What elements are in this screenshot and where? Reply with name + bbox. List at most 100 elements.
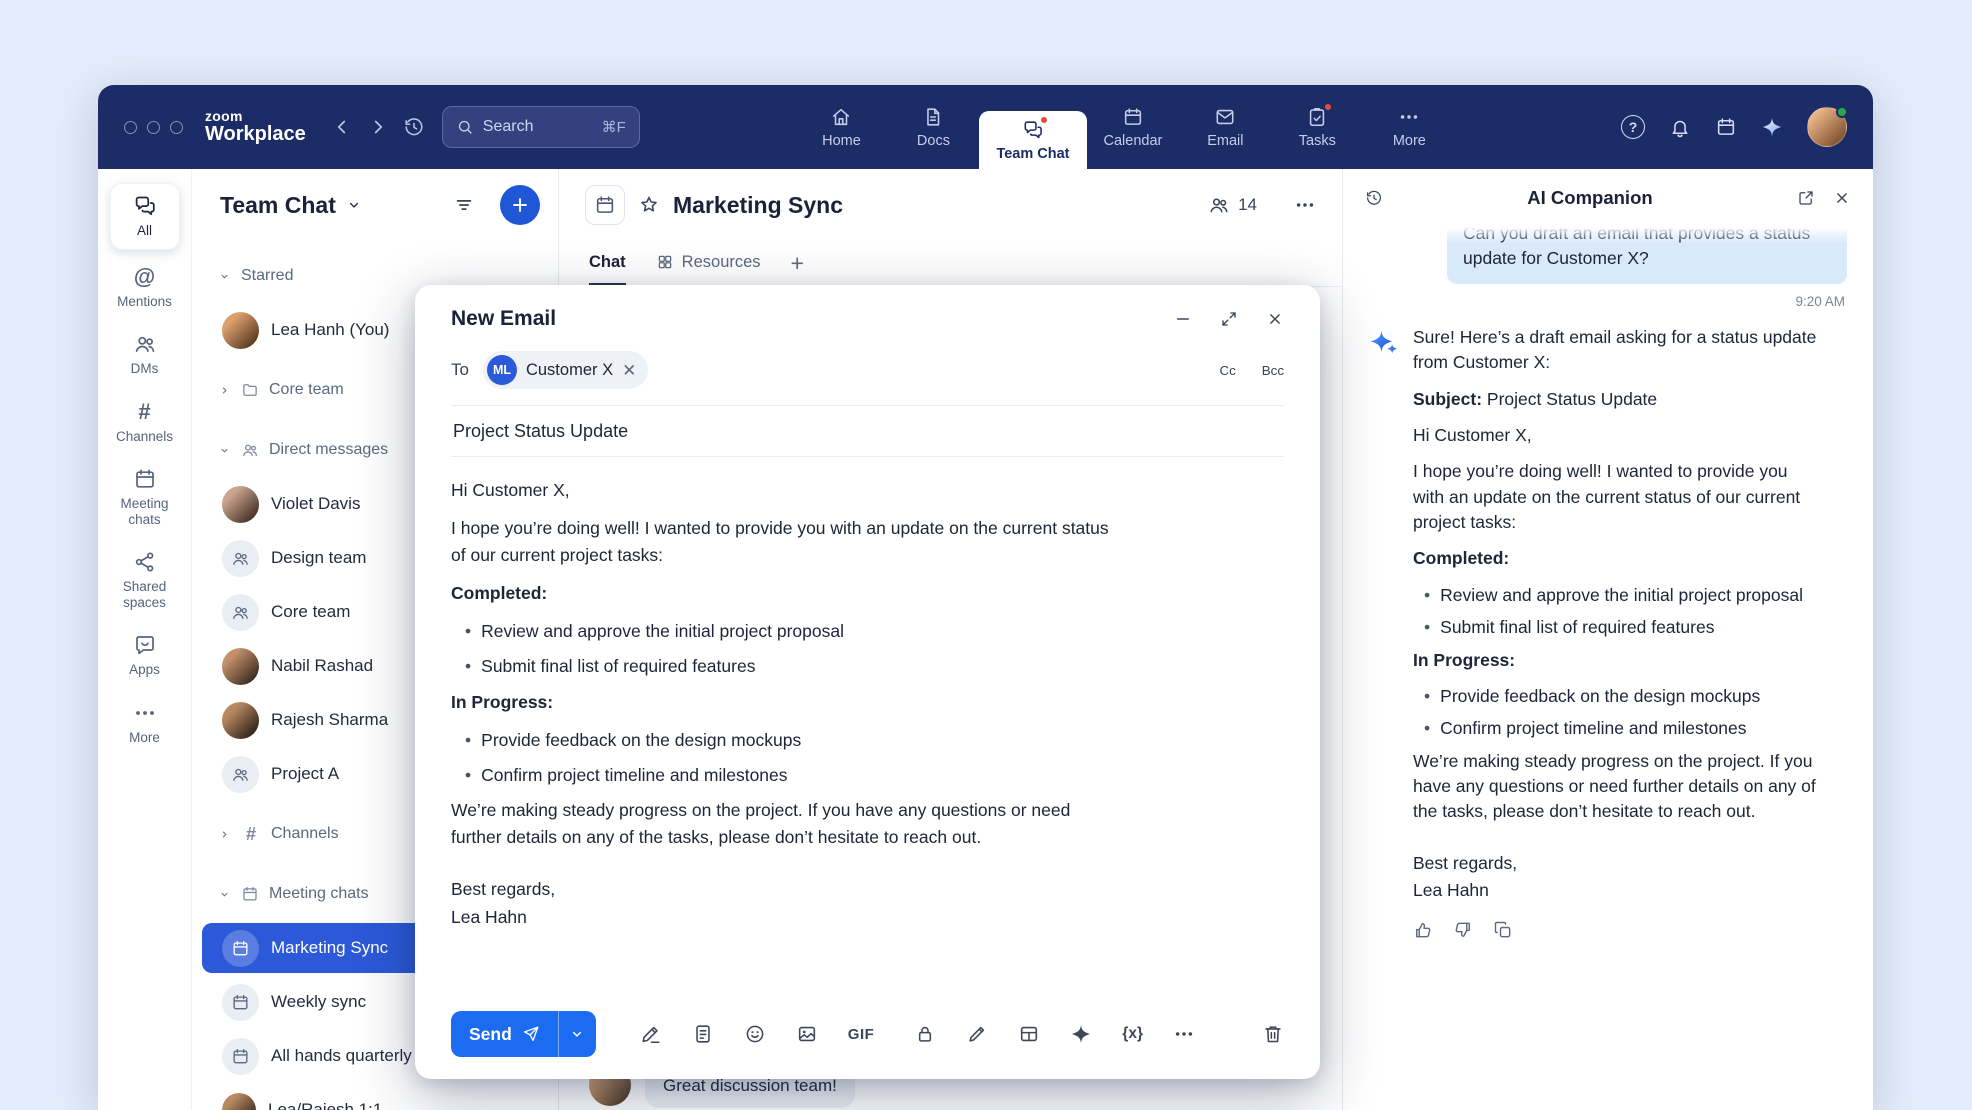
nav-tasks[interactable]: Tasks [1271, 85, 1363, 169]
close-modal-button[interactable] [1266, 310, 1284, 328]
chat-item-label: Core team [271, 602, 350, 622]
email-signature: Lea Hahn [451, 904, 1111, 930]
rail-item-more[interactable]: More [105, 693, 185, 754]
variables-button[interactable]: {x} [1122, 1025, 1143, 1043]
signature-button[interactable] [640, 1023, 662, 1045]
send-plane-icon [522, 1025, 540, 1043]
bcc-button[interactable]: Bcc [1262, 363, 1284, 378]
rail-item-all[interactable]: All [110, 183, 180, 250]
to-label: To [451, 360, 469, 380]
star-channel-button[interactable] [638, 194, 660, 216]
nav-home[interactable]: Home [795, 85, 887, 169]
remove-recipient-icon[interactable]: ✕ [622, 362, 636, 379]
ai-subject-value: Project Status Update [1487, 389, 1657, 409]
history-icon [1365, 189, 1383, 207]
window-close-button[interactable] [124, 121, 137, 134]
help-icon: ? [1621, 115, 1645, 139]
recipient-name: Customer X [526, 361, 613, 380]
member-count-value: 14 [1238, 195, 1257, 215]
template-button[interactable] [692, 1023, 714, 1045]
edit-button[interactable] [966, 1023, 988, 1045]
nav-calendar[interactable]: Calendar [1087, 85, 1180, 169]
at-icon: @ [134, 265, 155, 289]
encrypt-button[interactable] [914, 1023, 936, 1045]
ai-compose-button[interactable] [1070, 1023, 1092, 1045]
thumbs-down-icon [1453, 920, 1473, 940]
content-area: All @ Mentions DMs # Channels Meeting ch… [98, 169, 1873, 1110]
calendar-shortcut-button[interactable] [1715, 116, 1737, 138]
ai-popout-button[interactable] [1797, 189, 1815, 207]
user-avatar[interactable] [1807, 107, 1847, 147]
nav-more[interactable]: More [1363, 85, 1455, 169]
calendar-icon [241, 885, 259, 903]
notifications-button[interactable] [1669, 116, 1691, 138]
recipient-chip[interactable]: ML Customer X ✕ [483, 351, 648, 389]
history-button[interactable] [396, 116, 432, 138]
expand-button[interactable] [1220, 310, 1238, 328]
forward-button[interactable] [360, 116, 396, 138]
chevron-down-icon [345, 196, 363, 214]
layout-button[interactable] [1018, 1023, 1040, 1045]
rail-item-shared-spaces[interactable]: Shared spaces [105, 542, 185, 618]
ai-close-button[interactable] [1833, 189, 1851, 207]
minimize-button[interactable] [1174, 310, 1192, 328]
team-chat-icon [1022, 119, 1044, 141]
add-tab-button[interactable]: + [791, 250, 804, 277]
back-button[interactable] [324, 116, 360, 138]
filter-button[interactable] [453, 194, 475, 216]
thumbs-up-button[interactable] [1413, 920, 1433, 940]
ai-feedback-bar [1413, 920, 1818, 940]
insert-tools: {x} [914, 1023, 1195, 1045]
tab-chat[interactable]: Chat [589, 241, 626, 286]
avatar [222, 1093, 256, 1110]
nav-home-label: Home [822, 133, 861, 149]
thumbs-up-icon [1413, 920, 1433, 940]
chat-item-label: Violet Davis [271, 494, 360, 514]
avatar [222, 486, 259, 523]
insert-image-button[interactable] [796, 1023, 818, 1045]
channel-more-button[interactable] [1294, 194, 1316, 216]
rail-item-channels[interactable]: # Channels [105, 392, 185, 453]
rail-item-mentions[interactable]: @ Mentions [105, 257, 185, 318]
members-count[interactable]: 14 [1208, 194, 1257, 216]
panel-title-dropdown[interactable] [345, 196, 363, 214]
help-button[interactable]: ? [1621, 115, 1645, 139]
nav-email[interactable]: Email [1179, 85, 1271, 169]
chevron-down-icon [218, 888, 231, 901]
discard-button[interactable] [1262, 1023, 1284, 1045]
tab-resources[interactable]: Resources [656, 241, 761, 286]
cc-button[interactable]: Cc [1219, 363, 1235, 378]
section-label: Direct messages [269, 441, 388, 459]
chat-item-label: Nabil Rashad [271, 656, 373, 676]
notification-dot [1039, 115, 1049, 125]
window-minimize-button[interactable] [147, 121, 160, 134]
chat-item-lea-rajesh-1-1[interactable]: Lea/Rajesh 1:1 [192, 1083, 558, 1110]
ai-history-button[interactable] [1365, 189, 1383, 207]
email-in-progress-heading: In Progress: [451, 689, 1111, 715]
ai-companion-button[interactable] [1761, 116, 1783, 138]
topbar-right-actions: ? [1621, 107, 1847, 147]
rail-item-meeting-chats[interactable]: Meeting chats [105, 459, 185, 535]
search-input[interactable]: Search ⌘F [442, 106, 640, 148]
send-options-button[interactable] [558, 1011, 596, 1057]
table-icon [1018, 1023, 1040, 1045]
format-tools: GIF [640, 1023, 875, 1045]
emoji-button[interactable] [744, 1023, 766, 1045]
to-field[interactable]: To ML Customer X ✕ Cc Bcc [451, 351, 1284, 389]
ai-completed-item: •Submit final list of required features [1413, 615, 1818, 640]
rail-item-apps[interactable]: Apps [105, 625, 185, 686]
nav-docs[interactable]: Docs [887, 85, 979, 169]
ai-para1: I hope you’re doing well! I wanted to pr… [1413, 459, 1818, 535]
new-chat-button[interactable] [500, 185, 540, 225]
gif-button[interactable]: GIF [848, 1026, 875, 1043]
send-button[interactable]: Send [451, 1011, 558, 1057]
rail-item-dms[interactable]: DMs [105, 324, 185, 385]
email-body-editor[interactable]: Hi Customer X, I hope you’re doing well!… [451, 477, 1111, 1001]
thumbs-down-button[interactable] [1453, 920, 1473, 940]
window-zoom-button[interactable] [170, 121, 183, 134]
subject-input[interactable]: Project Status Update [451, 406, 1284, 456]
more-tools-button[interactable] [1173, 1023, 1195, 1045]
nav-team-chat[interactable]: Team Chat [979, 111, 1086, 169]
chat-item-label: Weekly sync [271, 992, 366, 1012]
copy-button[interactable] [1493, 920, 1513, 940]
